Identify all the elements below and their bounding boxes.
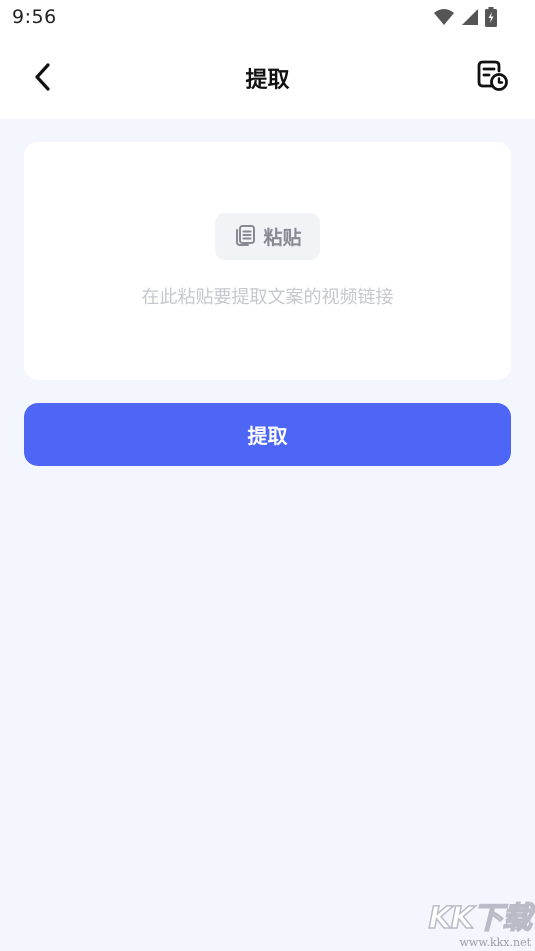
app-header: 提取 <box>0 40 535 119</box>
watermark-logo: KK下载 <box>428 901 533 937</box>
link-input-area[interactable]: 粘贴 在此粘贴要提取文案的视频链接 <box>24 142 511 380</box>
paste-label: 粘贴 <box>263 227 302 249</box>
battery-charging-icon <box>485 7 497 31</box>
status-bar: 9:56 <box>0 0 535 40</box>
link-input-placeholder: 在此粘贴要提取文案的视频链接 <box>141 287 394 308</box>
paste-button[interactable]: 粘贴 <box>215 213 320 260</box>
document-clock-icon <box>475 59 509 97</box>
status-icons <box>433 7 497 31</box>
extract-button[interactable]: 提取 <box>24 403 511 466</box>
cell-signal-icon <box>461 8 479 30</box>
status-time: 9:56 <box>12 6 57 28</box>
copy-icon <box>233 223 257 251</box>
wifi-icon <box>433 8 455 30</box>
watermark-url: www.kkx.net <box>459 936 531 949</box>
watermark: KK下载 www.kkx.net <box>428 901 533 949</box>
page-title: 提取 <box>245 68 290 93</box>
extract-button-label: 提取 <box>247 424 288 448</box>
history-button[interactable] <box>474 60 510 96</box>
